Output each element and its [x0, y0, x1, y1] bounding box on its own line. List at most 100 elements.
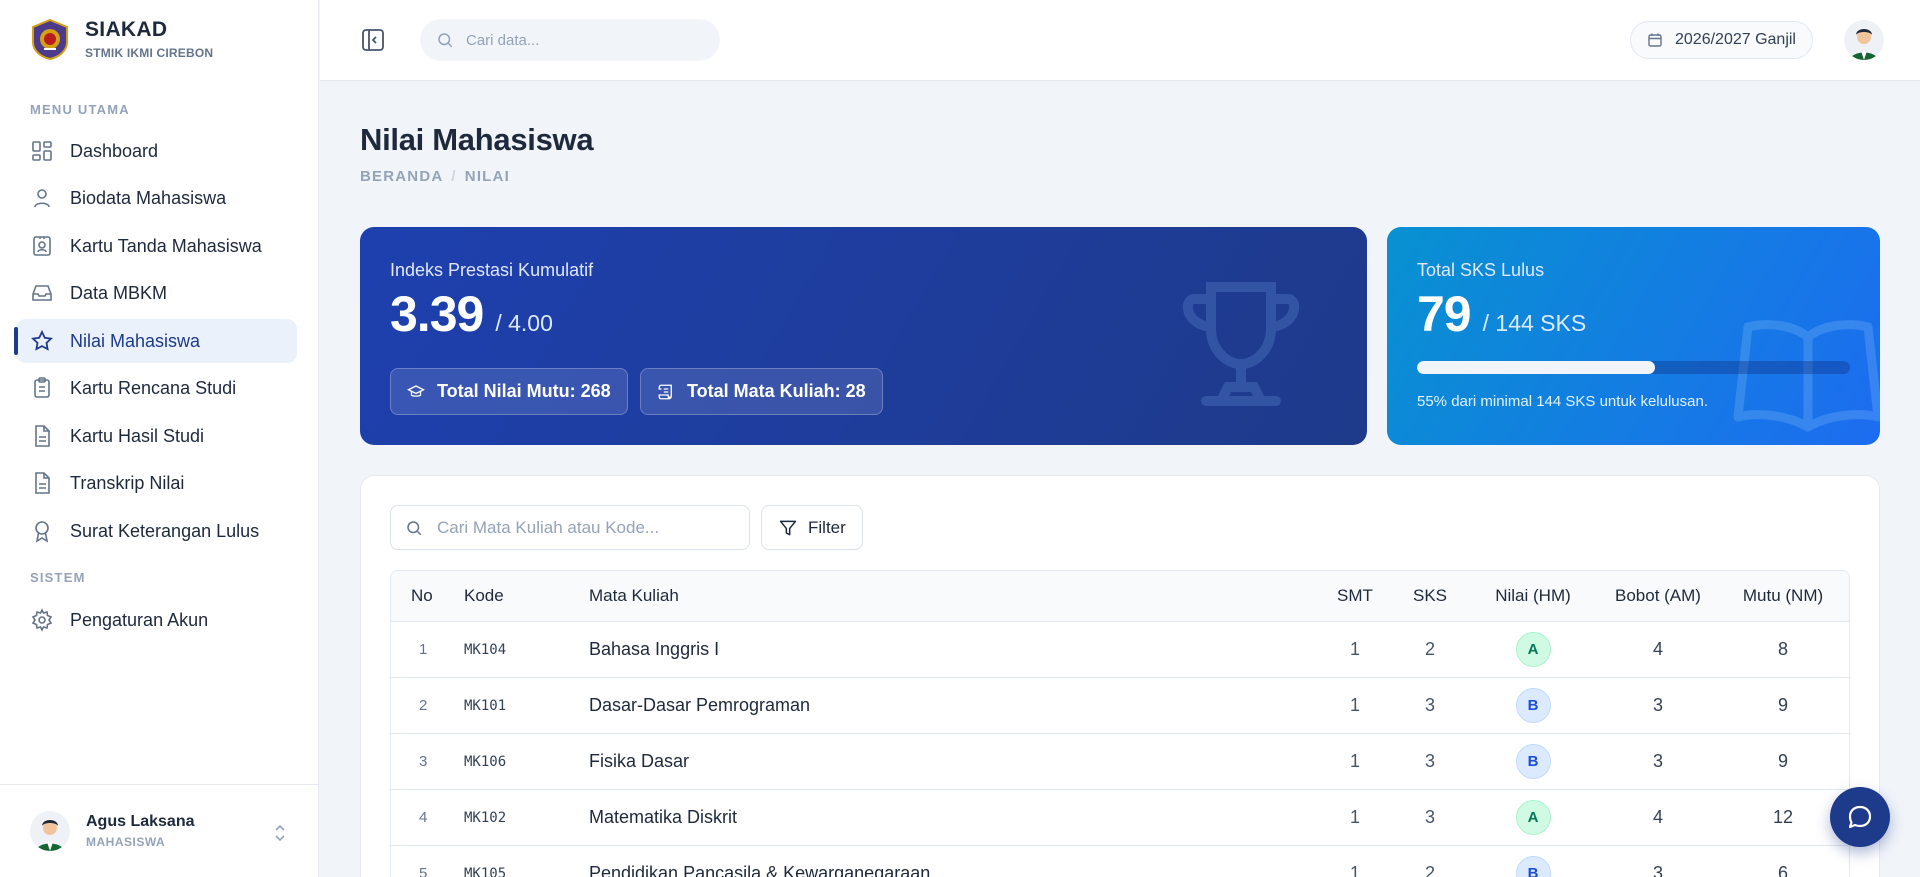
- row-nilai-cell: A: [1479, 632, 1587, 667]
- row-nilai-cell: B: [1479, 856, 1587, 877]
- sidebar-item-ktm[interactable]: Kartu Tanda Mahasiswa: [16, 224, 297, 268]
- sks-value: 79: [1417, 286, 1472, 342]
- table-row[interactable]: 4 MK102 Matematika Diskrit 1 3 A 4 12: [391, 789, 1849, 845]
- ipk-label: Indeks Prestasi Kumulatif: [390, 260, 594, 280]
- sidebar-item-transkrip[interactable]: Transkrip Nilai: [16, 461, 297, 505]
- row-mata-kuliah: Matematika Diskrit: [589, 807, 738, 827]
- sks-progress-note: 55% dari minimal 144 SKS untuk kelulusan…: [1417, 393, 1708, 410]
- brand[interactable]: SIAKAD STMIK IKMI CIREBON: [29, 18, 213, 60]
- column-header-sks[interactable]: SKS: [1381, 586, 1479, 606]
- row-sks: 3: [1424, 807, 1435, 827]
- page-title: Nilai Mahasiswa: [360, 122, 594, 157]
- inbox-icon: [32, 285, 52, 301]
- course-search[interactable]: [390, 505, 750, 550]
- table-row[interactable]: 2 MK101 Dasar-Dasar Pemrograman 1 3 B 3 …: [391, 677, 1849, 733]
- total-mk-text: Total Mata Kuliah: 28: [687, 381, 866, 401]
- id-card-icon: [33, 236, 51, 256]
- row-nilai-cell: A: [1479, 800, 1587, 835]
- brand-title: SIAKAD: [85, 18, 168, 41]
- row-smt: 1: [1349, 639, 1360, 659]
- row-kode: MK105: [464, 865, 507, 877]
- grade-badge: B: [1515, 688, 1551, 723]
- top-header: 2026/2027 Ganjil: [320, 0, 1920, 81]
- sidebar-item-label: Transkrip Nilai: [70, 472, 185, 493]
- filter-button[interactable]: Filter: [761, 505, 863, 550]
- sks-progress-bar: [1417, 361, 1850, 374]
- table-row[interactable]: 5 MK105 Pendidikan Pancasila & Kewargane…: [391, 845, 1849, 877]
- row-sks: 2: [1424, 639, 1435, 659]
- row-kode: MK104: [464, 641, 507, 658]
- user-icon: [34, 189, 50, 208]
- row-nilai-cell: B: [1479, 744, 1587, 779]
- grade-badge: A: [1515, 800, 1551, 835]
- row-mata-kuliah: Dasar-Dasar Pemrograman: [589, 695, 811, 715]
- row-kode: MK106: [464, 753, 507, 770]
- row-mutu: 8: [1777, 639, 1788, 659]
- chat-button[interactable]: [1830, 787, 1890, 847]
- clipboard-icon: [34, 377, 50, 398]
- sks-card: Total SKS Lulus 79 / 144 SKS 55% dari mi…: [1387, 227, 1880, 445]
- user-name: Agus Laksana: [86, 813, 195, 830]
- sidebar-item-krs[interactable]: Kartu Rencana Studi: [16, 366, 297, 410]
- grades-table-card: Filter No Kode Mata Kuliah SMT SKS Nilai…: [360, 475, 1880, 877]
- sidebar-item-dashboard[interactable]: Dashboard: [16, 129, 297, 173]
- avatar: [30, 811, 70, 851]
- column-header-mata-kuliah[interactable]: Mata Kuliah: [589, 586, 1329, 606]
- row-no: 3: [419, 753, 428, 770]
- row-mata-kuliah: Bahasa Inggris I: [589, 639, 720, 659]
- course-search-input[interactable]: [437, 517, 737, 538]
- row-kode: MK102: [464, 809, 507, 826]
- ipk-value-group: 3.39 / 4.00: [390, 285, 553, 343]
- table-header-row: No Kode Mata Kuliah SMT SKS Nilai (HM) B…: [391, 571, 1849, 621]
- sidebar-item-label: Biodata Mahasiswa: [70, 187, 227, 208]
- column-header-smt[interactable]: SMT: [1329, 586, 1381, 606]
- filter-label: Filter: [808, 517, 846, 537]
- total-mutu-text: Total Nilai Mutu: 268: [437, 381, 611, 401]
- sidebar-item-mbkm[interactable]: Data MBKM: [16, 271, 297, 315]
- row-mutu: 9: [1777, 751, 1788, 771]
- user-profile-menu[interactable]: Agus Laksana MAHASISWA: [0, 784, 319, 877]
- sidebar-item-label: Dashboard: [70, 140, 159, 161]
- row-no: 4: [419, 809, 428, 826]
- row-bobot: 3: [1652, 863, 1663, 877]
- sidebar-item-biodata[interactable]: Biodata Mahasiswa: [16, 176, 297, 220]
- column-header-mutu[interactable]: Mutu (NM): [1729, 586, 1837, 606]
- row-smt: 1: [1349, 751, 1360, 771]
- row-mutu: 6: [1777, 863, 1788, 877]
- search-icon: [438, 33, 453, 48]
- user-role: MAHASISWA: [86, 835, 166, 849]
- semester-selector[interactable]: 2026/2027 Ganjil: [1630, 21, 1813, 59]
- global-search-input[interactable]: [466, 31, 696, 49]
- column-header-nilai[interactable]: Nilai (HM): [1479, 586, 1587, 606]
- brand-subtitle: STMIK IKMI CIREBON: [85, 46, 214, 60]
- global-search[interactable]: [420, 19, 720, 61]
- sidebar-item-khs[interactable]: Kartu Hasil Studi: [16, 414, 297, 458]
- row-smt: 1: [1349, 863, 1360, 877]
- sidebar-item-pengaturan[interactable]: Pengaturan Akun: [16, 598, 297, 642]
- column-header-no[interactable]: No: [391, 586, 464, 606]
- breadcrumb-current: NILAI: [464, 168, 510, 185]
- table-row[interactable]: 3 MK106 Fisika Dasar 1 3 B 3 9: [391, 733, 1849, 789]
- row-sks: 2: [1424, 863, 1435, 877]
- calendar-icon: [1648, 33, 1662, 47]
- table-row[interactable]: 1 MK104 Bahasa Inggris I 1 2 A 4 8: [391, 621, 1849, 677]
- ipk-value: 3.39: [390, 286, 484, 342]
- ipk-max: / 4.00: [495, 310, 553, 336]
- row-bobot: 4: [1652, 807, 1663, 827]
- sks-label: Total SKS Lulus: [1417, 260, 1545, 280]
- sidebar-toggle-icon[interactable]: [360, 27, 386, 53]
- row-no: 2: [419, 697, 428, 714]
- header-avatar[interactable]: [1844, 20, 1884, 60]
- total-mutu-pill: Total Nilai Mutu: 268: [390, 368, 628, 415]
- sidebar-item-label: Kartu Hasil Studi: [70, 425, 205, 446]
- chat-bubble-icon: [1848, 805, 1872, 829]
- breadcrumb-home[interactable]: BERANDA: [360, 168, 443, 185]
- campus-logo-icon: [32, 18, 68, 60]
- column-header-bobot[interactable]: Bobot (AM): [1587, 586, 1729, 606]
- gear-icon: [31, 608, 53, 632]
- row-smt: 1: [1349, 695, 1360, 715]
- row-sks: 3: [1424, 751, 1435, 771]
- sidebar-item-skl[interactable]: Surat Keterangan Lulus: [16, 509, 297, 553]
- sidebar-item-nilai[interactable]: Nilai Mahasiswa: [14, 319, 297, 363]
- column-header-kode[interactable]: Kode: [464, 586, 589, 606]
